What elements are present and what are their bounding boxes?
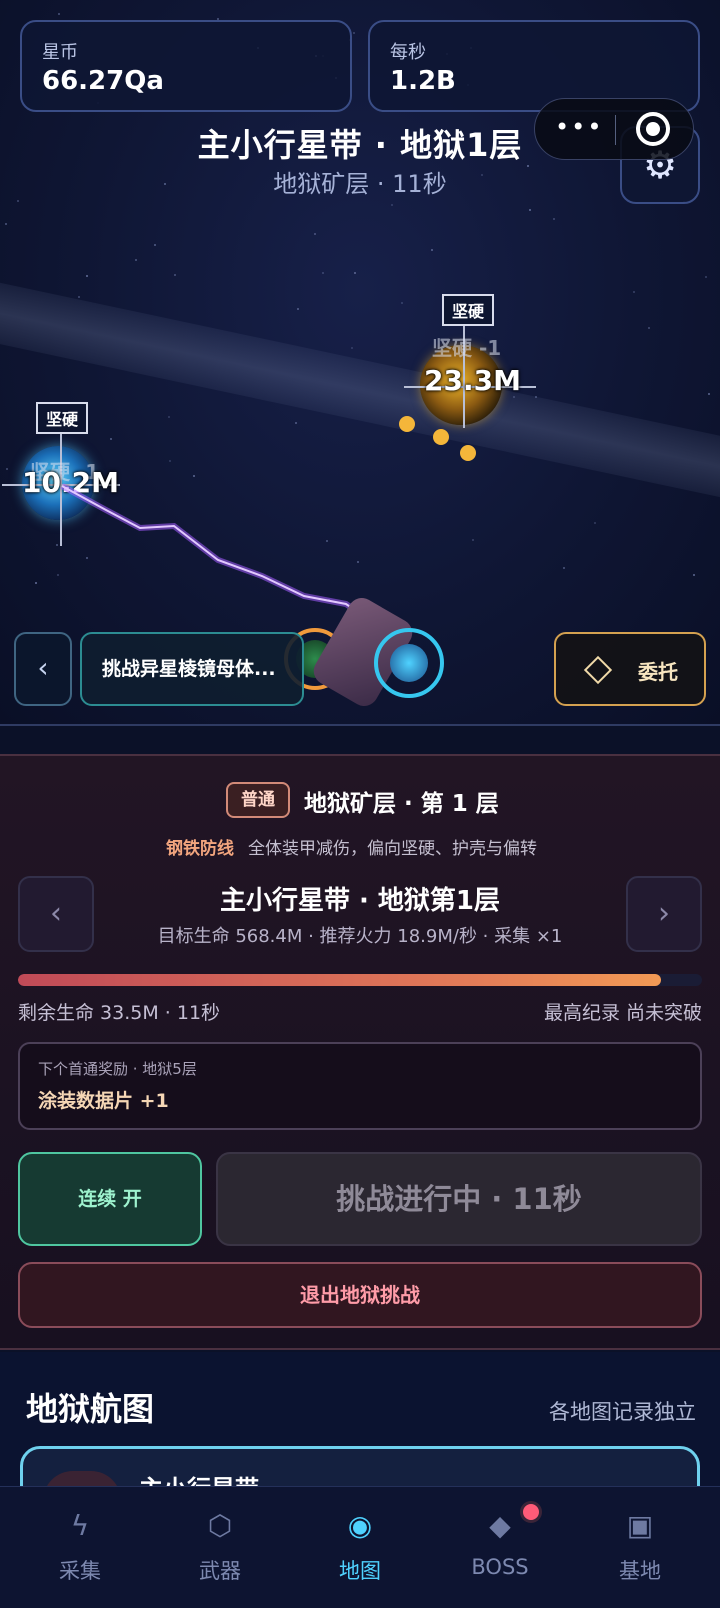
entrust-button[interactable]: 委托 [554, 632, 706, 706]
nav-item-collect[interactable]: ϟ 采集 [8, 1487, 152, 1608]
map-dot-icon: ◉ [347, 1509, 373, 1542]
lightning-icon: ϟ [70, 1509, 90, 1542]
hp-progress-bar [18, 974, 702, 986]
exit-hell-challenge-button[interactable]: 退出地狱挑战 [18, 1262, 702, 1328]
diamond-outline-icon [583, 655, 613, 685]
bottom-nav: ϟ 采集 ⬡ 武器 ◉ 地图 ◆ BOSS ▣ 基地 [0, 1486, 720, 1608]
diamond-icon: ◆ [489, 1509, 511, 1542]
nav-label: 基地 [619, 1559, 661, 1583]
entrust-label: 委托 [638, 660, 678, 684]
nav-item-map[interactable]: ◉ 地图 [288, 1487, 432, 1608]
nav-item-weapons[interactable]: ⬡ 武器 [148, 1487, 292, 1608]
stage-info: 目标生命 568.4M · 推荐火力 18.9M/秒 · 采集 ×1 [157, 926, 563, 947]
map-section-note: 各地图记录独立 [549, 1400, 696, 1424]
nav-label: 采集 [59, 1559, 101, 1583]
stage-name: 主小行星带 · 地狱第1层 [219, 886, 501, 916]
next-reward-box: 下个首通奖励 · 地狱5层 涂装数据片 +1 [18, 1042, 702, 1130]
player-core [390, 644, 428, 682]
nav-item-boss[interactable]: ◆ BOSS [428, 1487, 572, 1608]
reward-value: 涂装数据片 +1 [38, 1090, 169, 1112]
hp-progress-fill [18, 974, 661, 986]
nav-label: 武器 [199, 1559, 241, 1583]
hexagon-icon: ⬡ [207, 1509, 233, 1542]
chevron-left-icon: ‹ [37, 651, 49, 684]
battle-scene: 星币 66.27Qa 每秒 1.2B 主小行星带 · 地狱1层 地狱矿层 · 1… [0, 0, 720, 725]
modifier-name: 钢铁防线 [166, 839, 234, 859]
hell-challenge-panel: 普通 地狱矿层 · 第 1 层 钢铁防线 全体装甲减伤，偏向坚硬、护壳与偏转 ‹… [0, 754, 720, 1350]
difficulty-badge: 普通 [226, 782, 290, 818]
challenge-in-progress-button[interactable]: 挑战进行中 · 11秒 [216, 1152, 702, 1246]
scene-divider [0, 724, 720, 726]
best-record: 最高纪录 尚未突破 [543, 1002, 702, 1024]
reward-label: 下个首通奖励 · 地狱5层 [38, 1060, 197, 1078]
hp-remaining: 剩余生命 33.5M · 11秒 [18, 1002, 221, 1024]
map-section-title: 地狱航图 [26, 1390, 155, 1428]
layer-title: 地狱矿层 · 第 1 层 [304, 791, 499, 817]
next-stage-button[interactable]: › [626, 876, 702, 952]
back-button[interactable]: ‹ [14, 632, 72, 706]
nav-label: 地图 [339, 1559, 381, 1583]
nav-item-base[interactable]: ▣ 基地 [568, 1487, 712, 1608]
auto-loop-toggle[interactable]: 连续 开 [18, 1152, 202, 1246]
hell-map-section: 地狱航图 各地图记录独立 主小行星带 [0, 1352, 720, 1531]
base-square-icon: ▣ [626, 1509, 654, 1542]
chevron-right-icon: › [658, 896, 670, 931]
nav-label: BOSS [471, 1555, 529, 1579]
challenge-boss-button[interactable]: 挑战异星棱镜母体... [80, 632, 304, 706]
modifier-description: 全体装甲减伤，偏向坚硬、护壳与偏转 [248, 839, 537, 859]
